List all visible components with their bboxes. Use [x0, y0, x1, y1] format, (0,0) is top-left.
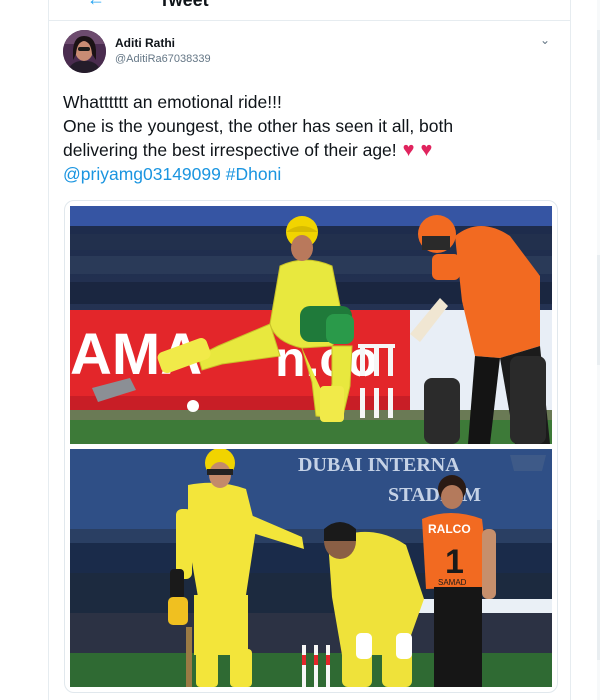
tweet-header: ← Tweet: [49, 0, 570, 21]
tweet-line: One is the youngest, the other has seen …: [63, 116, 454, 136]
page-title: Tweet: [159, 0, 209, 10]
tweet-media[interactable]: AMA n.co DUBAI INTERNA STADIUM RALCO 1 S…: [64, 200, 558, 693]
tweet-line-links: @priyamg03149099 #Dhoni: [63, 162, 558, 186]
jersey-name: SAMAD: [438, 578, 467, 587]
hashtag-link[interactable]: #Dhoni: [226, 164, 281, 184]
tweet-line: Whatttttt an emotional ride!!!: [63, 92, 282, 112]
jersey-number: 1: [445, 543, 464, 581]
tweet-text: Whatttttt an emotional ride!!! One is th…: [63, 90, 558, 186]
timeline-right-border: [570, 0, 571, 700]
tweet-line-with-hearts: delivering the best irrespective of thei…: [63, 138, 558, 162]
stadium-sign: STADIUM: [388, 484, 481, 506]
chevron-down-icon[interactable]: ⌄: [540, 33, 550, 47]
mention-link[interactable]: @priyamg03149099: [63, 164, 221, 184]
jersey-sponsor: RALCO: [428, 522, 471, 536]
tweet-line: delivering the best irrespective of thei…: [63, 140, 397, 160]
heart-emoji-icon: ♥: [420, 139, 433, 161]
author-handle[interactable]: @AditiRa67038339: [115, 53, 211, 65]
photo-dhoni-consoling[interactable]: DUBAI INTERNA STADIUM RALCO 1 SAMAD: [70, 449, 552, 687]
author-name[interactable]: Aditi Rathi: [115, 36, 175, 50]
back-arrow-icon[interactable]: ←: [87, 0, 105, 10]
timeline-left-border: [48, 0, 49, 700]
heart-emoji-icon: ♥: [402, 139, 415, 161]
stadium-sign: DUBAI INTERNA: [298, 454, 460, 476]
avatar[interactable]: [63, 30, 106, 73]
photo-dhoni-keeping[interactable]: AMA n.co: [70, 206, 552, 444]
